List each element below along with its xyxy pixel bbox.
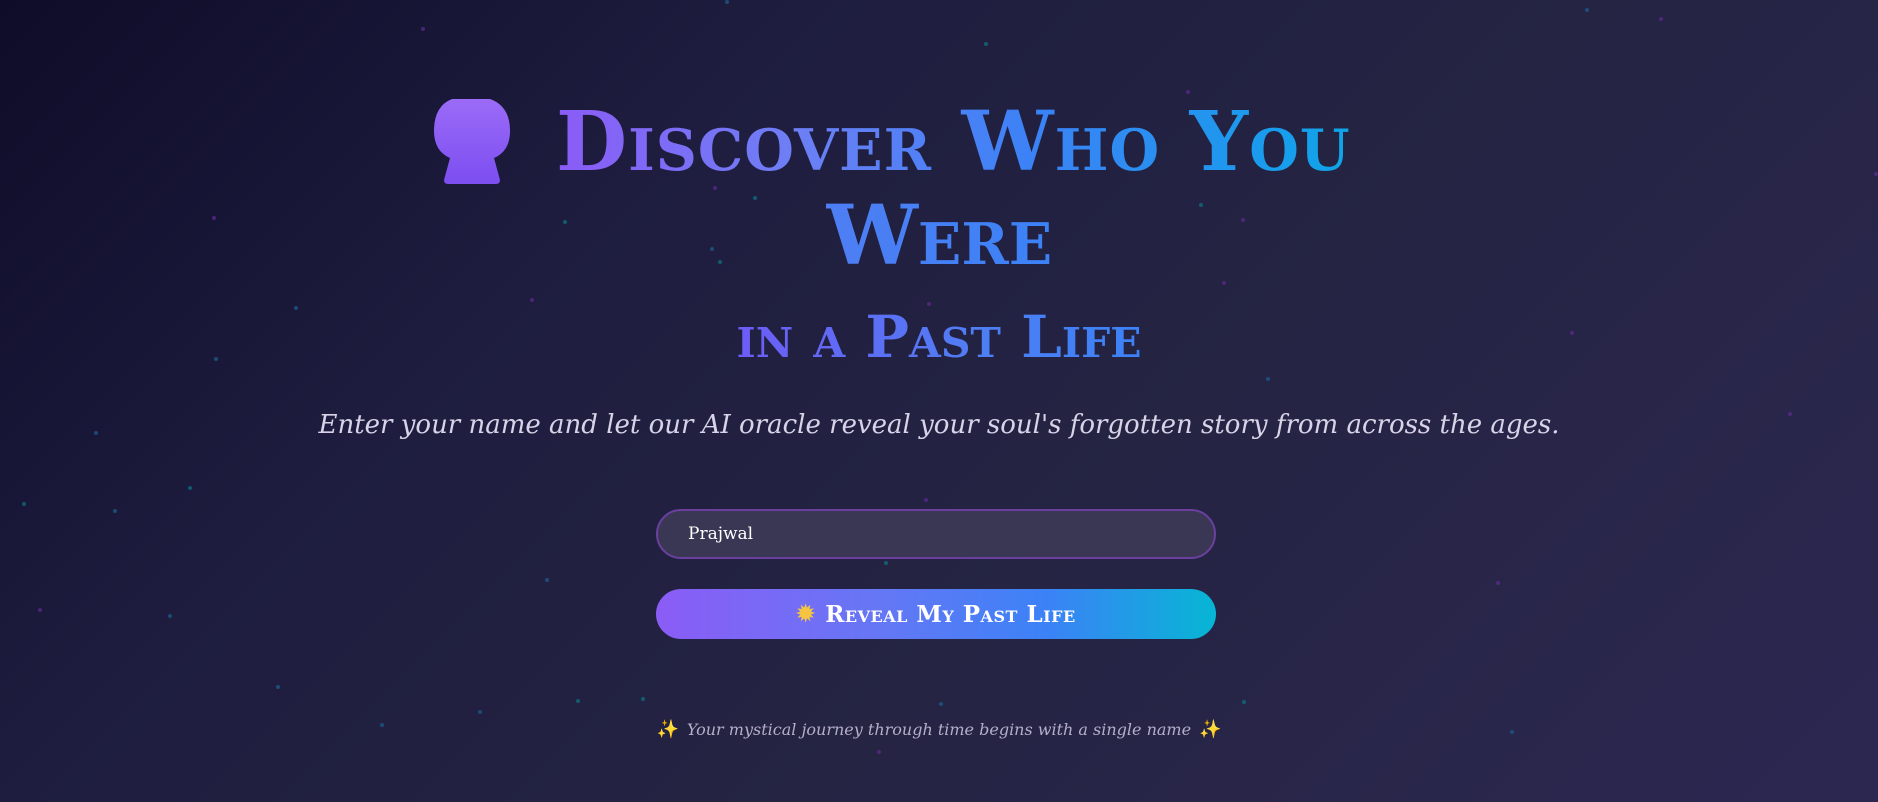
crystal-ball-icon (432, 96, 512, 186)
page-title-line2: Were (0, 190, 1878, 282)
subtitle-text: in a Past Life (736, 303, 1142, 371)
intro-tagline: Enter your name and let our AI oracle re… (318, 410, 1560, 440)
sparkles-icon: ✨ (1199, 719, 1222, 740)
footer-note-text: Your mystical journey through time begin… (686, 720, 1192, 739)
footer-note: ✨ Your mystical journey through time beg… (0, 719, 1878, 740)
sparkles-icon: ✨ (656, 719, 679, 740)
reveal-past-life-button[interactable]: ✹ Reveal My Past Life (656, 589, 1216, 639)
name-input[interactable] (656, 509, 1216, 559)
page-title-line1: Discover Who You (556, 96, 1351, 188)
reveal-button-label: Reveal My Past Life (825, 600, 1076, 628)
page-subtitle: in a Past Life (0, 302, 1878, 372)
sun-icon: ✹ (796, 601, 816, 627)
title-text-line2: Were (825, 188, 1053, 284)
title-text: Discover Who You (556, 94, 1351, 190)
